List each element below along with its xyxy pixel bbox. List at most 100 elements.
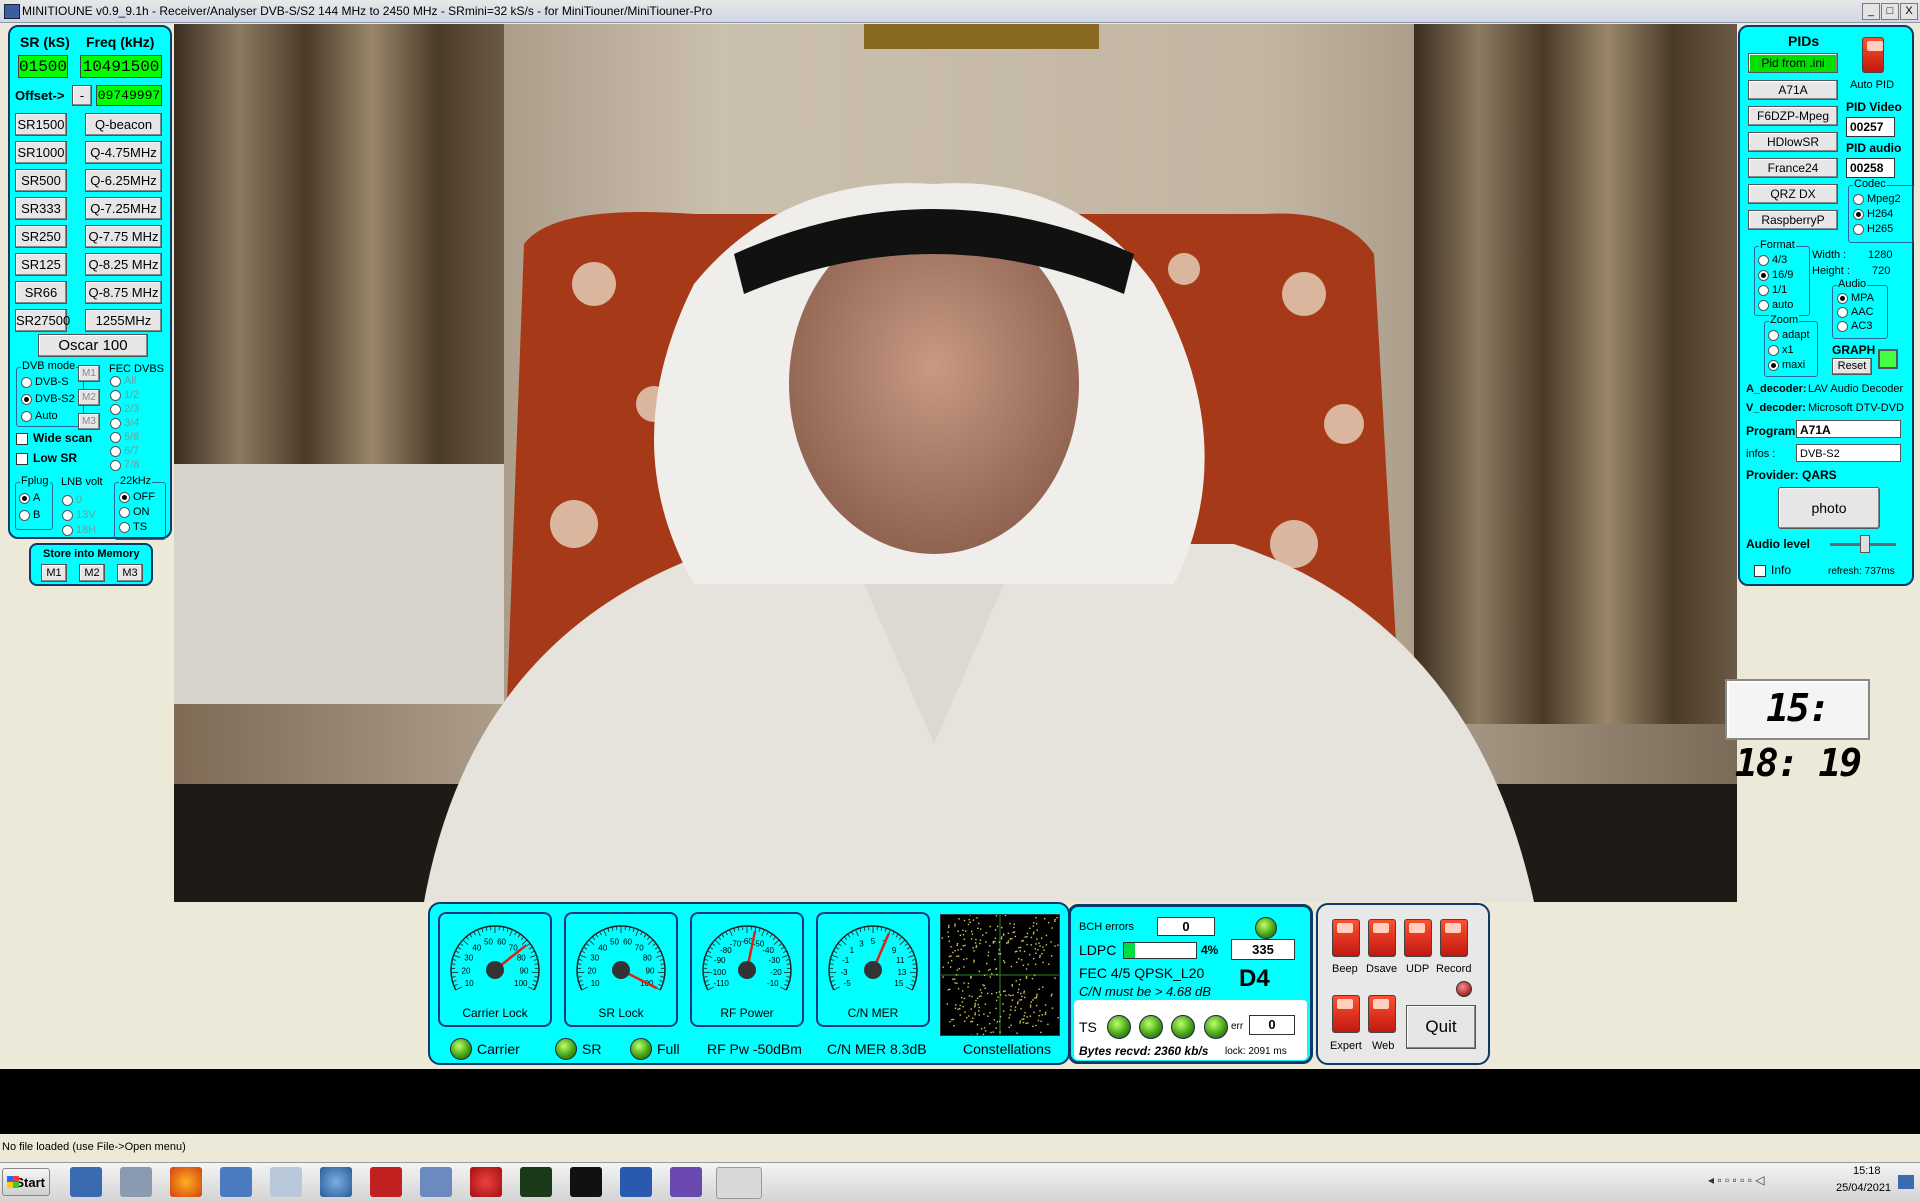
freq-input[interactable]: 10491500 [80, 55, 162, 78]
radio-app-icon[interactable] [470, 1167, 502, 1197]
radio-fplug-b[interactable]: B [19, 509, 40, 521]
auto-pid-switch[interactable] [1862, 37, 1884, 73]
info-checkbox[interactable]: Info [1754, 563, 1791, 577]
sr-input[interactable]: 01500 [18, 55, 68, 78]
photo-button[interactable]: photo [1778, 487, 1880, 529]
minimize-button[interactable]: _ [1862, 3, 1880, 20]
freq-button-0[interactable]: Q-beacon [85, 113, 162, 136]
dsave-switch[interactable] [1368, 919, 1396, 957]
computer-icon[interactable] [70, 1167, 102, 1197]
sr-button-0[interactable]: SR1500 [15, 113, 67, 136]
radio-lnb-13v[interactable]: 13V [62, 509, 96, 521]
minitioune-taskbar-icon[interactable] [716, 1167, 762, 1199]
radio-fec-1[interactable]: 1/2 [110, 389, 139, 401]
radio-audio-mpa[interactable]: MPA [1837, 292, 1874, 304]
preset-button-4[interactable]: QRZ DX [1748, 184, 1838, 204]
m3-small-button[interactable]: M3 [78, 413, 100, 430]
infos-field[interactable]: DVB-S2 [1796, 444, 1901, 462]
offset-sign-button[interactable]: - [72, 85, 92, 106]
calculator-icon[interactable] [270, 1167, 302, 1197]
preset-button-0[interactable]: A71A [1748, 80, 1838, 100]
radio-codec-mpeg2[interactable]: Mpeg2 [1853, 193, 1901, 205]
sr-button-7[interactable]: SR27500 [15, 309, 67, 332]
radio-codec-h264[interactable]: H264 [1853, 208, 1893, 220]
beep-switch[interactable] [1332, 919, 1360, 957]
wide-scan-checkbox[interactable]: Wide scan [16, 431, 92, 445]
preset-button-1[interactable]: F6DZP-Mpeg [1748, 106, 1838, 126]
radio-format-1-1[interactable]: 1/1 [1758, 284, 1787, 296]
radio-zoom-maxi[interactable]: maxi [1768, 359, 1805, 371]
radio-fec-5[interactable]: 6/7 [110, 445, 139, 457]
notepad-icon[interactable] [220, 1167, 252, 1197]
freq-button-7[interactable]: 1255MHz [85, 309, 162, 332]
radio-fec-4[interactable]: 5/6 [110, 431, 139, 443]
freq-button-4[interactable]: Q-7.75 MHz [85, 225, 162, 248]
pid-from-ini-button[interactable]: Pid from .ini [1748, 53, 1838, 73]
radio-codec-h265[interactable]: H265 [1853, 223, 1893, 235]
radio-audio-ac3[interactable]: AC3 [1837, 320, 1872, 332]
preset-button-3[interactable]: France24 [1748, 158, 1838, 178]
radio-22khz-ts[interactable]: TS [119, 521, 147, 533]
freq-button-6[interactable]: Q-8.75 MHz [85, 281, 162, 304]
app-red-icon[interactable] [370, 1167, 402, 1197]
radio-zoom-x1[interactable]: x1 [1768, 344, 1794, 356]
sr-button-1[interactable]: SR1000 [15, 141, 67, 164]
store-m2-button[interactable]: M2 [79, 564, 105, 582]
quit-button[interactable]: Quit [1406, 1005, 1476, 1049]
start-button[interactable]: Start [2, 1168, 50, 1196]
radio-format-16-9[interactable]: 16/9 [1758, 269, 1793, 281]
pid-audio-input[interactable]: 00258 [1846, 158, 1895, 178]
radio-lnb-0[interactable]: 0 [62, 494, 82, 506]
radio-auto[interactable]: Auto [21, 410, 58, 422]
monitor-graph-icon[interactable] [520, 1167, 552, 1197]
expert-switch[interactable] [1332, 995, 1360, 1033]
preset-button-2[interactable]: HDlowSR [1748, 132, 1838, 152]
m2-small-button[interactable]: M2 [78, 389, 100, 406]
radio-dvb-s2[interactable]: DVB-S2 [21, 393, 75, 405]
store-m3-button[interactable]: M3 [117, 564, 143, 582]
radio-lnb-18h[interactable]: 18H [62, 524, 96, 536]
store-m1-button[interactable]: M1 [41, 564, 67, 582]
low-sr-checkbox[interactable]: Low SR [16, 451, 77, 465]
radio-fec-3[interactable]: 3/4 [110, 417, 139, 429]
pid-video-input[interactable]: 00257 [1846, 117, 1895, 137]
radio-22khz-off[interactable]: OFF [119, 491, 155, 503]
maximize-button[interactable]: □ [1881, 3, 1899, 20]
freq-button-3[interactable]: Q-7.25MHz [85, 197, 162, 220]
offset-input[interactable]: 09749997 [96, 85, 162, 106]
freq-button-2[interactable]: Q-6.25MHz [85, 169, 162, 192]
udp-switch[interactable] [1404, 919, 1432, 957]
network-tool-icon[interactable] [120, 1167, 152, 1197]
building-icon[interactable] [620, 1167, 652, 1197]
radio-format-4-3[interactable]: 4/3 [1758, 254, 1787, 266]
radio-fec-0[interactable]: All [110, 375, 136, 387]
freq-button-5[interactable]: Q-8.25 MHz [85, 253, 162, 276]
tray-icons[interactable]: ◂ ▫ ▫ ▫ ▫ ▫ ◁ [1708, 1173, 1828, 1191]
radio-fec-2[interactable]: 2/3 [110, 403, 139, 415]
m1-small-button[interactable]: M1 [78, 365, 100, 382]
radio-fec-6[interactable]: 7/8 [110, 459, 139, 471]
console-icon[interactable] [570, 1167, 602, 1197]
radio-dvb-s[interactable]: DVB-S [21, 376, 69, 388]
radio-audio-aac[interactable]: AAC [1837, 306, 1874, 318]
radio-fplug-a[interactable]: A [19, 492, 40, 504]
sr-button-6[interactable]: SR66 [15, 281, 67, 304]
program-field[interactable]: A71A [1796, 420, 1901, 438]
record-switch[interactable] [1440, 919, 1468, 957]
firefox-icon[interactable] [170, 1167, 202, 1197]
close-button[interactable]: X [1900, 3, 1918, 20]
radio-format-auto[interactable]: auto [1758, 299, 1793, 311]
sr-button-2[interactable]: SR500 [15, 169, 67, 192]
freq-button-1[interactable]: Q-4.75MHz [85, 141, 162, 164]
audio-level-slider[interactable] [1860, 535, 1870, 553]
reset-button[interactable]: Reset [1832, 358, 1872, 375]
globe-icon[interactable] [320, 1167, 352, 1197]
web-switch[interactable] [1368, 995, 1396, 1033]
show-desktop-icon[interactable] [1898, 1175, 1914, 1189]
radio-zoom-adapt[interactable]: adapt [1768, 329, 1810, 341]
network-icon[interactable] [420, 1167, 452, 1197]
graph-toggle[interactable] [1878, 349, 1898, 369]
oscar-100-button[interactable]: Oscar 100 [38, 334, 148, 357]
headphones-icon[interactable] [670, 1167, 702, 1197]
sr-button-5[interactable]: SR125 [15, 253, 67, 276]
